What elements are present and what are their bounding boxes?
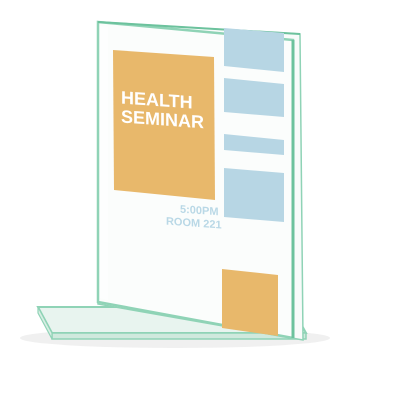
sign-holder-illustration: HEALTH SEMINAR 5:00PM ROOM 221 <box>20 20 330 348</box>
glass-highlight <box>100 26 108 300</box>
info-panel-4 <box>224 168 284 222</box>
info-panel-2 <box>224 78 284 117</box>
corner-panel <box>222 269 278 336</box>
info-panel-1 <box>224 28 284 72</box>
product-photo: HEALTH SEMINAR 5:00PM ROOM 221 <box>0 0 400 400</box>
